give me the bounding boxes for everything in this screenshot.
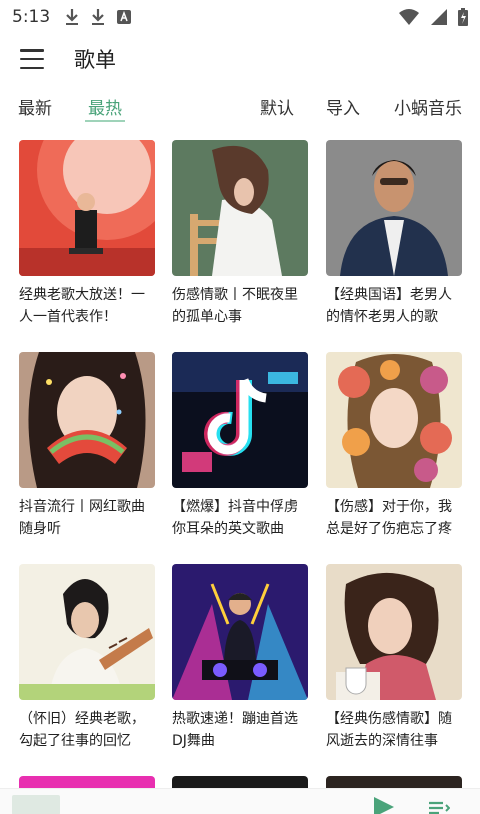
playlist-cover xyxy=(326,352,462,488)
playlist-cover xyxy=(326,140,462,276)
tab-import[interactable]: 导入 xyxy=(326,94,360,119)
playlist-card[interactable]: 抖音流行丨网红歌曲随身听 xyxy=(19,352,155,540)
font-app-icon xyxy=(117,10,132,24)
playlist-title: 【燃爆】抖音中俘虏你耳朵的英文歌曲 xyxy=(172,499,298,537)
active-tab-indicator xyxy=(85,120,125,122)
battery-icon xyxy=(458,8,468,26)
playlist-cover xyxy=(326,776,462,788)
status-bar: 5:13 xyxy=(0,0,480,34)
playlist-cover xyxy=(19,776,155,788)
playlist-card[interactable]: 【伤感】对于你，我总是好了伤疤忘了疼 xyxy=(326,352,462,540)
playlist-cover xyxy=(172,564,308,700)
playlist-card[interactable]: 经典老歌大放送！一人一首代表作！ xyxy=(19,140,155,328)
playlist-card[interactable]: 【经典国语】老男人的情怀老男人的歌 xyxy=(326,140,462,328)
playlist-cover xyxy=(172,352,308,488)
playlist-title: 【经典伤感情歌】随风逝去的深情往事 xyxy=(326,711,452,749)
hamburger-menu-icon[interactable] xyxy=(20,49,44,69)
download-icon xyxy=(66,9,79,25)
playlist-card[interactable] xyxy=(326,776,462,788)
playlist-cover xyxy=(172,140,308,276)
playlist-card[interactable] xyxy=(19,776,155,788)
playlist-title: 伤感情歌丨不眠夜里的孤单心事 xyxy=(172,287,298,325)
playlist-card[interactable]: 热歌速递！蹦迪首选DJ舞曲 xyxy=(172,564,308,752)
signal-icon xyxy=(431,9,447,25)
playlist-card[interactable]: 【经典伤感情歌】随风逝去的深情往事 xyxy=(326,564,462,752)
mini-player-thumbnail[interactable] xyxy=(12,795,60,814)
playlist-card[interactable] xyxy=(172,776,308,788)
playlist-title: 【经典国语】老男人的情怀老男人的歌 xyxy=(326,287,452,325)
playlist-card[interactable]: 伤感情歌丨不眠夜里的孤单心事 xyxy=(172,140,308,328)
playlist-card[interactable]: 【燃爆】抖音中俘虏你耳朵的英文歌曲 xyxy=(172,352,308,540)
tab-hottest[interactable]: 最热 xyxy=(88,94,122,119)
playlist-cover xyxy=(19,564,155,700)
playlist-cover xyxy=(172,776,308,788)
tab-xiaowo-music[interactable]: 小蜗音乐 xyxy=(394,94,462,119)
playlist-card[interactable]: （怀旧）经典老歌，勾起了往事的回忆 xyxy=(19,564,155,752)
playlist-title: （怀旧）经典老歌，勾起了往事的回忆 xyxy=(19,711,145,749)
download-icon xyxy=(92,9,105,25)
tab-default[interactable]: 默认 xyxy=(260,94,294,119)
playlist-cover xyxy=(19,352,155,488)
wifi-icon xyxy=(399,9,419,25)
status-time: 5:13 xyxy=(12,7,51,27)
tab-bar: 最新 最热 默认 导入 小蜗音乐 xyxy=(0,90,480,124)
mini-player-bar[interactable] xyxy=(0,788,480,814)
playlist-title: 抖音流行丨网红歌曲随身听 xyxy=(19,499,145,537)
play-icon[interactable] xyxy=(374,797,394,814)
tab-latest[interactable]: 最新 xyxy=(18,94,52,119)
playlist-cover xyxy=(326,564,462,700)
playlist-title: 热歌速递！蹦迪首选DJ舞曲 xyxy=(172,711,298,749)
page-title: 歌单 xyxy=(74,48,116,72)
playlist-cover xyxy=(19,140,155,276)
app-header: 歌单 xyxy=(0,36,480,82)
playlist-title: 经典老歌大放送！一人一首代表作！ xyxy=(19,287,145,325)
playlist-icon[interactable] xyxy=(428,801,450,814)
playlist-title: 【伤感】对于你，我总是好了伤疤忘了疼 xyxy=(326,499,452,537)
